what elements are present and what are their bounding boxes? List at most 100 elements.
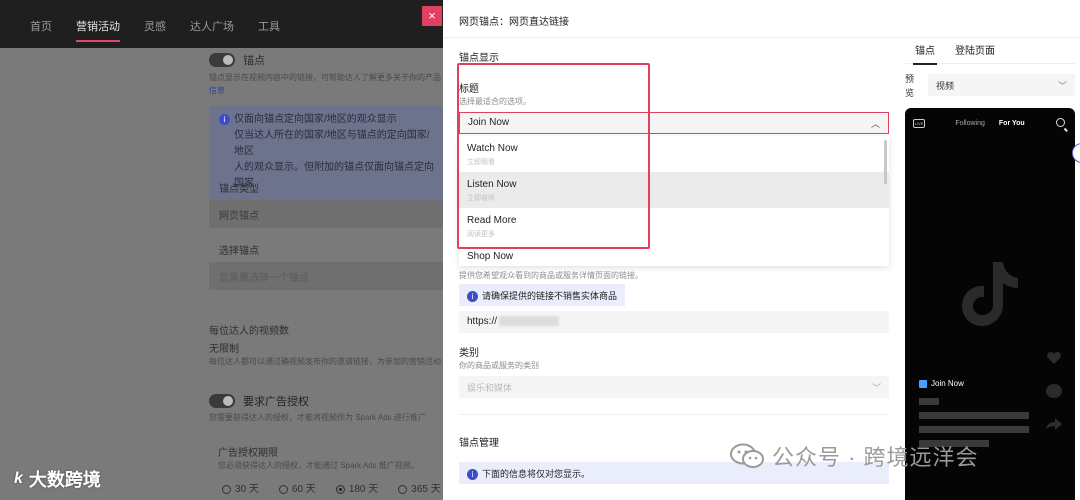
anchor-description: 锚点显示在视频内容中的链接，可帮助达人了解更多关于你的产品: [209, 73, 441, 82]
anchor-display-section-title: 锚点显示: [459, 53, 499, 64]
url-notice: i 请确保提供的链接不销售实体商品: [459, 284, 626, 306]
title-dropdown-menu: Watch Now 立即观看 Listen Now 立即收听 Read More…: [459, 136, 889, 266]
radio-circle: [398, 484, 408, 494]
preview-label: 预览: [905, 74, 915, 98]
web-anchor-drawer: 网页锚点：网页直达链接 锚点显示 标题 选择最适合的选项。 Join Now ︿…: [443, 0, 1080, 500]
category-label: 类别: [459, 348, 479, 359]
radio-365-days[interactable]: 365 天: [398, 480, 441, 495]
ad-period-label: 广告授权期限: [218, 448, 278, 459]
radio-label: 180 天: [348, 484, 379, 495]
option-title: Shop Now: [467, 251, 514, 262]
share-icon: [1046, 418, 1062, 430]
anchor-description-link[interactable]: 信息: [209, 85, 225, 96]
phone-for-you: For You: [998, 120, 1025, 127]
ad-auth-toggle[interactable]: [209, 394, 235, 408]
drawer-title: 网页锚点：网页直达链接: [443, 0, 1080, 38]
dropdown-option-shop-now[interactable]: Shop Now: [459, 244, 889, 266]
radio-label: 365 天: [411, 484, 441, 495]
info-icon: i: [467, 291, 478, 303]
tab-landing-page[interactable]: 登陆页面: [945, 40, 1005, 64]
watermark-right-text: 公众号 · 跨境远洋会: [772, 445, 979, 470]
url-input-value: https://: [467, 316, 498, 327]
phone-feed-tabs: Following For You: [905, 120, 1075, 127]
radio-circle-selected: [335, 484, 345, 494]
url-input[interactable]: https://: [459, 311, 889, 333]
info-line-2: 仅当达人所在的国家/地区与锚点的定向国家/地区: [234, 130, 430, 157]
watermark-left-mark: k: [14, 470, 23, 487]
tab-anchor[interactable]: 锚点: [905, 40, 945, 65]
radio-label: 30 天: [235, 484, 259, 495]
select-anchor-label: 选择锚点: [219, 246, 259, 257]
dropdown-option-watch-now[interactable]: Watch Now 立即观看: [459, 136, 889, 172]
ad-auth-description: 您需要获得达人的授权，才能将视频作为 Spark Ads 进行推广: [209, 413, 426, 422]
option-title: Watch Now: [467, 143, 518, 154]
placeholder-line: [919, 398, 939, 405]
nav-item-inspiration[interactable]: 灵感: [132, 18, 178, 48]
radio-30-days[interactable]: 30 天: [222, 480, 259, 495]
ad-period-description: 您必须获得达人的授权，才能通过 Spark Ads 推广视频。: [218, 461, 419, 470]
title-select-value: Join Now: [468, 117, 510, 128]
category-help: 你的商品或服务的类别: [459, 361, 539, 370]
comment-icon: [1046, 384, 1062, 398]
placeholder-line: [919, 426, 1029, 433]
chevron-down-icon: ﹀: [1057, 81, 1067, 91]
ad-period-radio-group: 30 天 60 天 180 天 365 天: [222, 480, 441, 495]
cta-text: Join Now: [931, 379, 964, 388]
option-title: Read More: [467, 215, 517, 226]
close-drawer-button[interactable]: ×: [422, 6, 442, 26]
info-icon: i: [467, 469, 478, 481]
option-subtitle: 阅读更多: [467, 231, 495, 238]
info-icon: i: [219, 113, 230, 125]
radio-circle: [222, 484, 231, 494]
option-subtitle: 立即收听: [467, 195, 495, 202]
preview-type-value: 视频: [936, 81, 955, 91]
background-app: 首页 营销活动 灵感 达人广场 工具 锚点 锚点显示在视频内容中的链接，可帮助达…: [0, 0, 443, 500]
radio-label: 60 天: [291, 484, 316, 495]
heart-icon: [1047, 352, 1061, 364]
anchor-toggle-row: 锚点: [209, 52, 265, 68]
info-line-1: 仅面向锚点定向国家/地区的观众显示: [234, 114, 397, 125]
anchor-manage-section-title: 锚点管理: [459, 438, 499, 449]
ad-auth-row: 要求广告授权: [209, 393, 309, 409]
option-title: Listen Now: [467, 179, 517, 190]
anchor-type-select[interactable]: 网页锚点: [209, 200, 443, 228]
wechat-icon: [730, 443, 764, 468]
dropdown-scrollbar[interactable]: [884, 140, 887, 184]
anchor-toggle-label: 锚点: [243, 55, 265, 67]
section-divider: [459, 414, 889, 415]
category-select-value: 娱乐和媒体: [467, 383, 513, 393]
phone-following: Following: [955, 120, 985, 127]
title-select[interactable]: Join Now ︿: [459, 112, 889, 134]
watermark-left-text: 大数跨境: [28, 470, 101, 490]
campaign-form-background: 锚点 锚点显示在视频内容中的链接，可帮助达人了解更多关于你的产品 信息 i 仅面向…: [193, 48, 443, 500]
redacted-url: [499, 316, 560, 327]
title-field-label: 标题: [459, 84, 479, 95]
dropdown-option-listen-now[interactable]: Listen Now 立即收听: [459, 172, 889, 208]
nav-item-tools[interactable]: 工具: [246, 18, 292, 48]
nav-item-campaigns[interactable]: 营销活动: [64, 18, 132, 48]
nav-item-creator-marketplace[interactable]: 达人广场: [178, 18, 246, 48]
chevron-down-icon: ﹀: [871, 383, 881, 393]
title-field-help: 选择最适合的选项。: [459, 97, 531, 106]
radio-60-days[interactable]: 60 天: [278, 480, 316, 495]
watermark-left: k 大数跨境: [14, 466, 101, 492]
category-select[interactable]: 娱乐和媒体 ﹀: [459, 376, 889, 398]
ad-auth-label: 要求广告授权: [243, 396, 309, 408]
search-icon: [1056, 118, 1065, 127]
videos-per-creator-label: 每位达人的视频数: [209, 326, 289, 337]
url-notice-text: 请确保提供的链接不销售实体商品: [482, 291, 618, 301]
bottom-notice-text: 下面的信息将仅对您显示。: [482, 469, 591, 479]
unlimited-description: 每位达人都可以通过确视频发布你的邀请链接，为参加的营销活动: [209, 357, 441, 366]
nav-item-home[interactable]: 首页: [18, 18, 64, 48]
select-anchor-input[interactable]: 您需要选择一个锚点: [209, 262, 443, 290]
preview-type-select[interactable]: 视频 ﹀: [928, 74, 1075, 96]
radio-circle: [278, 484, 288, 494]
option-subtitle: 立即观看: [467, 159, 495, 166]
radio-180-days[interactable]: 180 天: [335, 480, 379, 495]
anchor-link-icon: [919, 379, 927, 388]
dropdown-option-read-more[interactable]: Read More 阅读更多: [459, 208, 889, 244]
chevron-up-icon: ︿: [870, 119, 880, 129]
anchor-toggle[interactable]: [209, 53, 235, 67]
tiktok-logo-icon: [962, 262, 1018, 326]
cta-anchor-preview: Join Now: [919, 379, 964, 388]
